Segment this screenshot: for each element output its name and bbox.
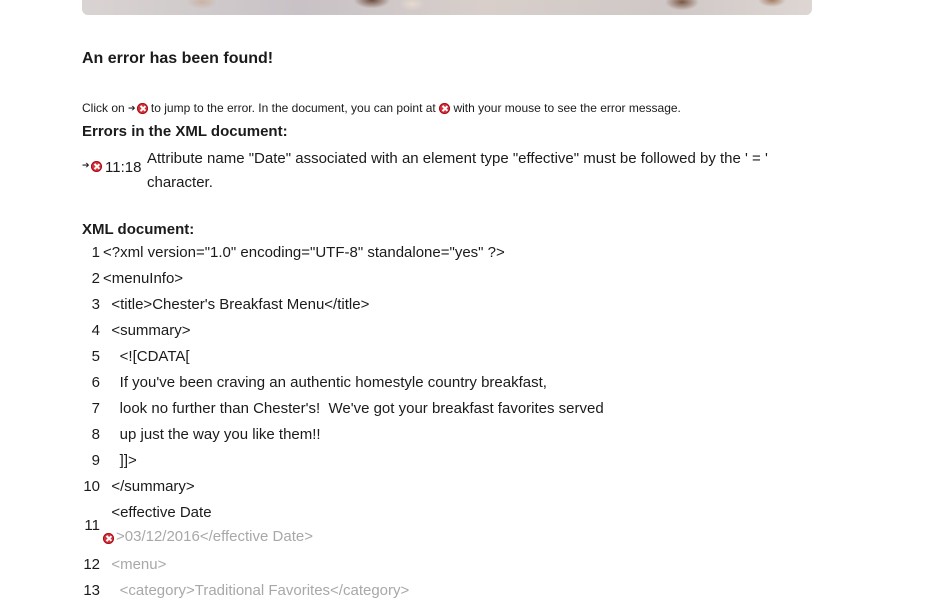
header-banner-image (82, 0, 812, 15)
jump-to-error-link[interactable]: ➔ (82, 161, 102, 172)
hint-part3: with your mouse to see the error message… (453, 101, 681, 115)
line-text: <![CDATA[ (103, 348, 190, 365)
error-icon (439, 103, 451, 114)
line-number: 2 (91, 270, 100, 287)
line-text: <effective Date (103, 504, 212, 521)
jump-error-icon-sample: ➔ (128, 101, 148, 115)
line-text: look no further than Chester's! We've go… (103, 400, 604, 417)
line-number: 11 (84, 517, 100, 534)
line-number: 4 (91, 322, 100, 339)
line-number: 1 (91, 244, 100, 261)
line-number: 13 (83, 582, 100, 599)
line-text: <menuInfo> (103, 270, 184, 287)
jump-arrow-icon: ➔ (128, 103, 136, 113)
line-text: up just the way you like them!! (103, 426, 321, 443)
line-text: <menu> (103, 556, 167, 573)
jump-arrow-icon: ➔ (82, 160, 90, 170)
line-text: If you've been craving an authentic home… (103, 374, 547, 391)
line-text: <title>Chester's Breakfast Menu</title> (103, 296, 370, 313)
line-number: 12 (83, 556, 100, 573)
line-number: 6 (91, 374, 100, 391)
xml-heading: XML document: (82, 221, 195, 238)
error-location: 11:18 (105, 159, 142, 176)
page-title: An error has been found! (82, 50, 274, 67)
line-number: 7 (91, 400, 100, 417)
error-marker-icon[interactable] (103, 533, 114, 544)
error-icon (90, 161, 102, 172)
line-text: <?xml version="1.0" encoding="UTF-8" sta… (103, 244, 505, 261)
line-number: 8 (91, 426, 100, 443)
line-text: <category>Traditional Favorites</categor… (103, 582, 410, 599)
line-number: 10 (83, 478, 100, 495)
line-text: ]]> (103, 452, 137, 469)
errors-heading: Errors in the XML document: (82, 123, 288, 140)
line-text-after-error: >03/12/2016</effective Date> (116, 528, 313, 545)
line-text: <summary> (103, 322, 191, 339)
error-message: Attribute name "Date" associated with an… (147, 150, 768, 191)
line-number: 3 (91, 296, 100, 313)
error-icon (136, 103, 148, 114)
line-number: 9 (91, 452, 100, 469)
hint-part2: to jump to the error. In the document, y… (150, 101, 436, 115)
line-number: 5 (91, 348, 100, 365)
line-text: </summary> (103, 478, 195, 495)
hint-text: Click on ➔ to jump to the error. In the … (82, 101, 681, 115)
hint-part1: Click on (82, 101, 125, 115)
